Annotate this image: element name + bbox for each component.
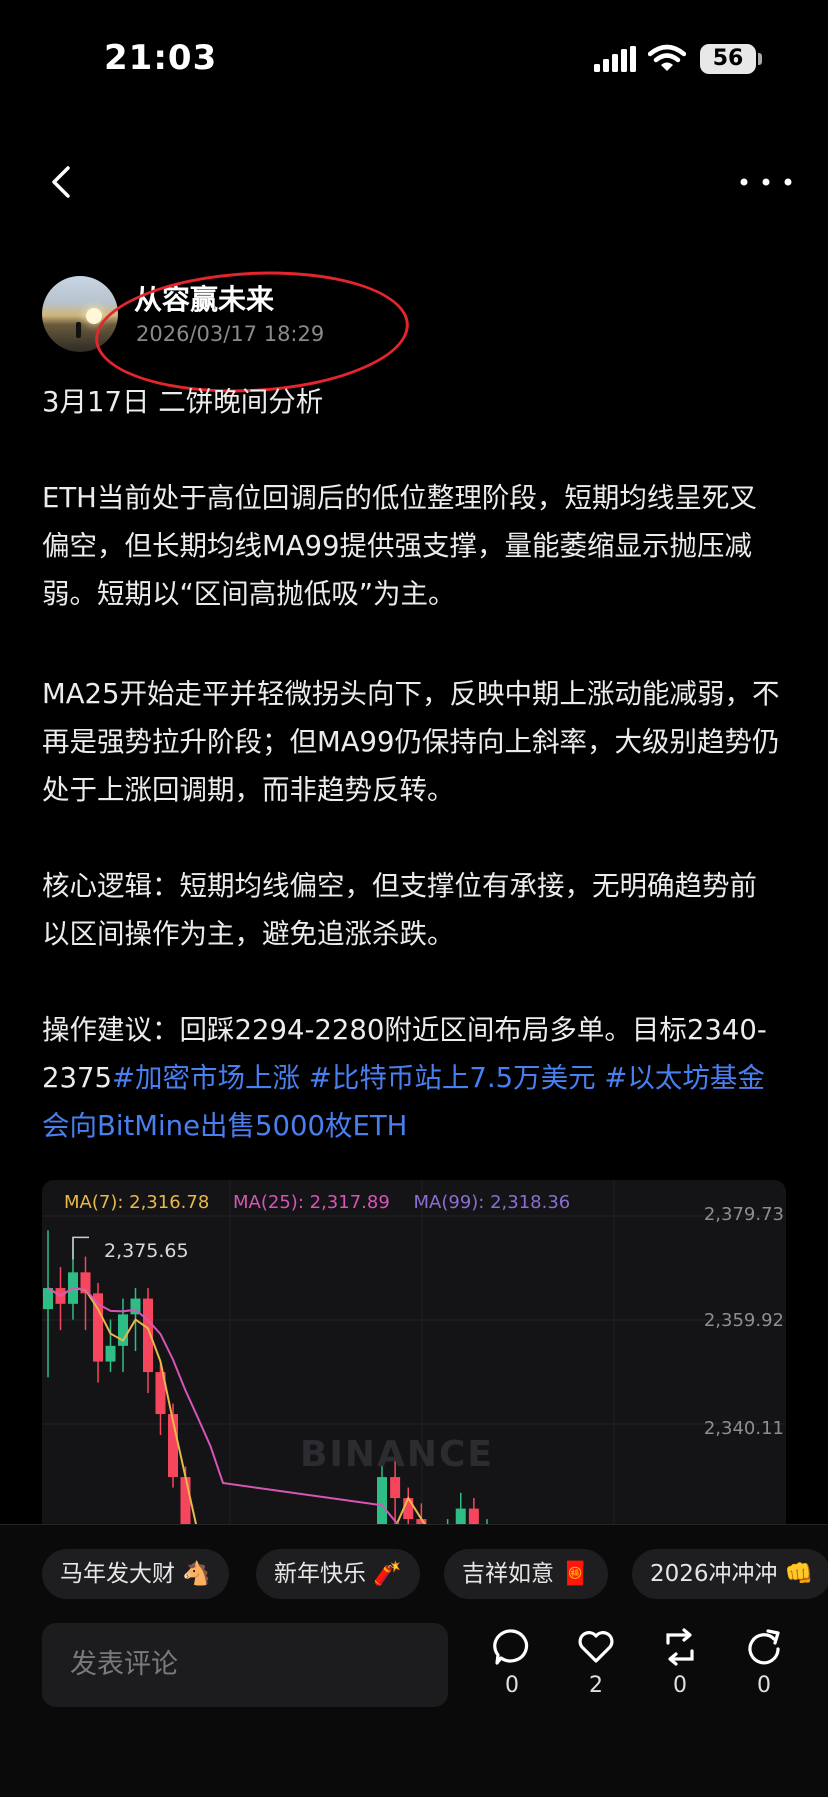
more-options-icon[interactable] xyxy=(736,172,796,192)
repost-count: 0 xyxy=(673,1673,687,1698)
comment-count: 0 xyxy=(505,1673,519,1698)
binance-watermark: BINANCE xyxy=(300,1434,494,1475)
high-marker-line xyxy=(72,1236,89,1260)
quick-reply-chip[interactable]: 2026冲冲冲 👊 xyxy=(632,1549,828,1599)
candle-body xyxy=(105,1345,116,1362)
quick-reply-chip[interactable]: 吉祥如意 🧧 xyxy=(444,1549,608,1599)
comment-icon xyxy=(493,1629,529,1665)
hashtag-crypto-market[interactable]: #加密市场上涨 xyxy=(112,1062,300,1094)
comment-button[interactable]: 0 xyxy=(492,1627,532,1698)
share-count: 0 xyxy=(757,1673,771,1698)
ma7-label: MA(7): 2,316.78 xyxy=(64,1192,210,1213)
post-paragraph-4: 操作建议：回踩2294-2280附近区间布局多单。目标2340-2375#加密市… xyxy=(42,1006,782,1150)
post-paragraph-1: ETH当前处于高位回调后的低位整理阶段，短期均线呈死叉偏空，但长期均线MA99提… xyxy=(42,482,757,610)
repost-button[interactable]: 0 xyxy=(660,1627,700,1698)
high-price-label: 2,375.65 xyxy=(104,1240,189,1262)
candle-body xyxy=(180,1477,191,1530)
status-bar: 21:03 56 xyxy=(0,0,828,120)
candle-body xyxy=(390,1477,401,1499)
ma7-line xyxy=(47,1287,431,1530)
share-icon xyxy=(748,1629,780,1665)
repost-icon xyxy=(666,1628,694,1666)
heart-icon xyxy=(578,1631,614,1663)
quick-reply-chip[interactable]: 新年快乐 🧨 xyxy=(256,1549,420,1599)
avatar-sun xyxy=(86,308,102,324)
post-paragraph-3: 核心逻辑：短期均线偏空，但支撑位有承接，无明确趋势前以区间操作为主，避免追涨杀跌… xyxy=(42,870,757,950)
price-chart[interactable]: BINANCE MA(7): 2,316.78 MA(25): 2,317.89… xyxy=(42,1180,786,1530)
ma25-line xyxy=(47,1287,487,1530)
avatar-figure xyxy=(76,322,81,338)
y-axis-label: 2,359.92 xyxy=(703,1310,784,1331)
share-button[interactable]: 0 xyxy=(744,1627,784,1698)
like-count: 2 xyxy=(589,1673,603,1698)
comment-input[interactable]: 发表评论 xyxy=(42,1623,448,1707)
hashtag-bitcoin[interactable]: #比特币站上7.5万美元 xyxy=(309,1062,596,1094)
y-axis-label: 2,379.73 xyxy=(703,1204,784,1225)
quick-reply-chip[interactable]: 马年发大财 🐴 xyxy=(42,1549,229,1599)
like-button[interactable]: 2 xyxy=(576,1627,616,1698)
post-title: 3月17日 二饼晚间分析 xyxy=(42,386,324,418)
signal-icon xyxy=(594,46,636,72)
battery-icon: 56 xyxy=(700,44,756,74)
ma25-label: MA(25): 2,317.89 xyxy=(233,1192,390,1213)
bottom-bar: 马年发大财 🐴 新年快乐 🧨 吉祥如意 🧧 2026冲冲冲 👊 发表评论 0 2… xyxy=(0,1524,828,1797)
back-arrow-icon[interactable] xyxy=(44,162,80,202)
candlestick-chart xyxy=(42,1180,786,1530)
post-paragraph-2: MA25开始走平并轻微拐头向下，反映中期上涨动能减弱，不再是强势拉升阶段；但MA… xyxy=(42,678,780,806)
y-axis-label: 2,340.11 xyxy=(703,1418,784,1439)
candle-body xyxy=(403,1498,414,1520)
ma99-label: MA(99): 2,318.36 xyxy=(413,1192,571,1213)
wifi-icon xyxy=(648,44,686,71)
ma-legend: MA(7): 2,316.78 MA(25): 2,317.89 MA(99):… xyxy=(64,1192,588,1213)
candle-body xyxy=(377,1477,387,1530)
battery-tip xyxy=(758,53,762,65)
status-time: 21:03 xyxy=(104,38,218,78)
